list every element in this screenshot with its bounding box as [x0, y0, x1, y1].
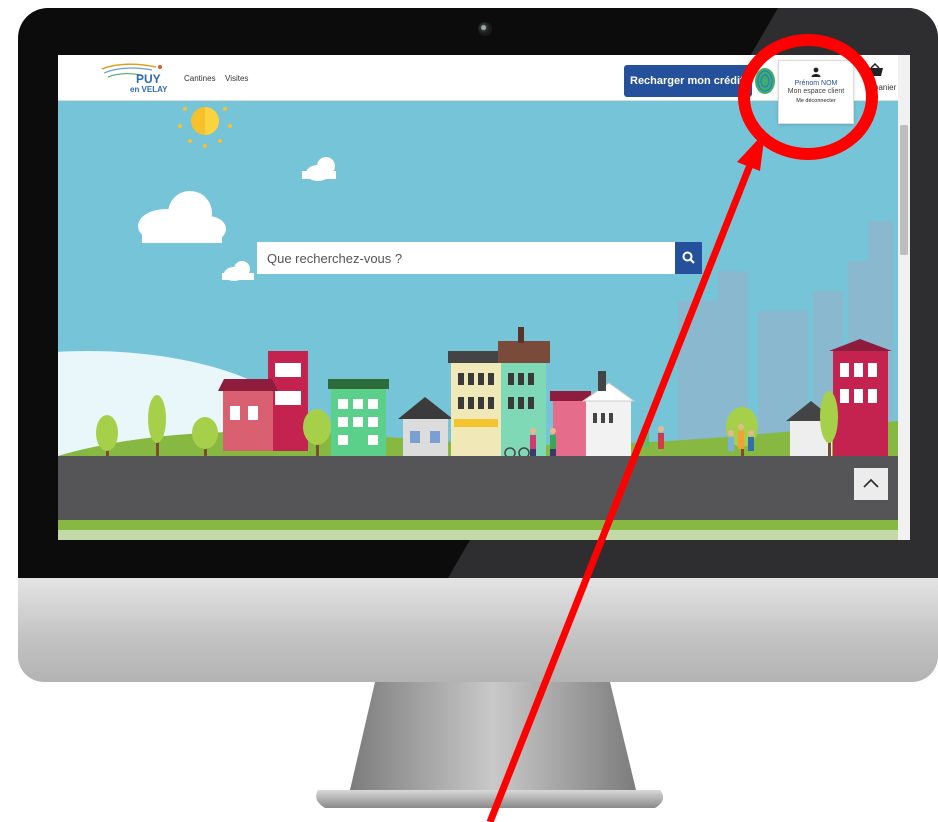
monitor-stand	[316, 682, 664, 808]
